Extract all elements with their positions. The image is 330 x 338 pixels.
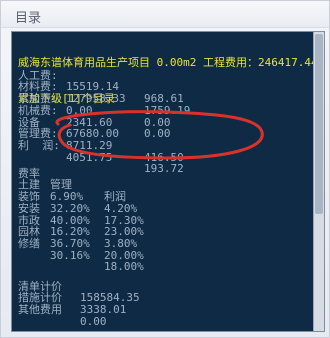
cost-row-equipment: 设备 67680.00 — [18, 115, 119, 141]
window-title: 目录 — [15, 11, 42, 26]
rate-row: 修缮 30.16% 18.00% — [18, 236, 144, 274]
cost-list: 人工费: 15519.14 968.61 材料费: 127958.33 1759… — [18, 58, 318, 176]
title-bar: 目录 — [1, 1, 329, 28]
total-row-bill: 清单计价 158584.35 — [18, 279, 140, 305]
rate-row: 装饰 32.20% 17.30% — [18, 190, 144, 227]
vertical-scrollbar[interactable] — [313, 32, 324, 331]
cost-row-material: 材料费: 127958.33 1759.19 — [18, 80, 191, 117]
cost-row-labor: 人工费: 15519.14 968.61 — [18, 68, 184, 106]
totals-list: 清单计价 158584.35 措施计价 3338.01 其他费用 0.00 — [18, 269, 318, 328]
summary-content: 威海东谱体育用品生产项目 0.00m2 工程费用：246417.44 累加下级[… — [18, 34, 320, 330]
scroll-thumb[interactable] — [315, 34, 323, 214]
total-row-measures: 措施计价 3338.01 — [18, 291, 127, 317]
rate-row: 市政 16.20% 3.80% — [18, 213, 138, 250]
rate-table: 费率 管理 利润 土建 6.90% 4.20% 装饰 32.20% 17.30%… — [18, 156, 318, 274]
total-row-other: 其他费用 0.00 — [18, 303, 107, 328]
catalog-window: 目录 威海东谱体育用品生产项目 0.00m2 工程费用：246417.44 累加… — [0, 0, 330, 338]
rate-row: 土建 6.90% 4.20% — [18, 178, 138, 215]
cost-row-machine: 机械费: 2341.60 0.00 — [18, 103, 171, 141]
rate-row: 园林 36.70% 20.00% — [18, 225, 144, 262]
cost-row-management: 管理费: 8711.29 416.50 — [18, 127, 184, 164]
cost-row-test: 试验费: 0.00 0.00 — [18, 92, 171, 129]
cost-row-profit: 利 润: 4051.75 193.72 — [18, 138, 184, 176]
rate-header-row: 费率 管理 利润 — [18, 166, 126, 204]
summary-panel: 威海东谱体育用品生产项目 0.00m2 工程费用：246417.44 累加下级[… — [11, 31, 325, 332]
rate-row: 安装 40.00% 23.00% — [18, 201, 144, 239]
